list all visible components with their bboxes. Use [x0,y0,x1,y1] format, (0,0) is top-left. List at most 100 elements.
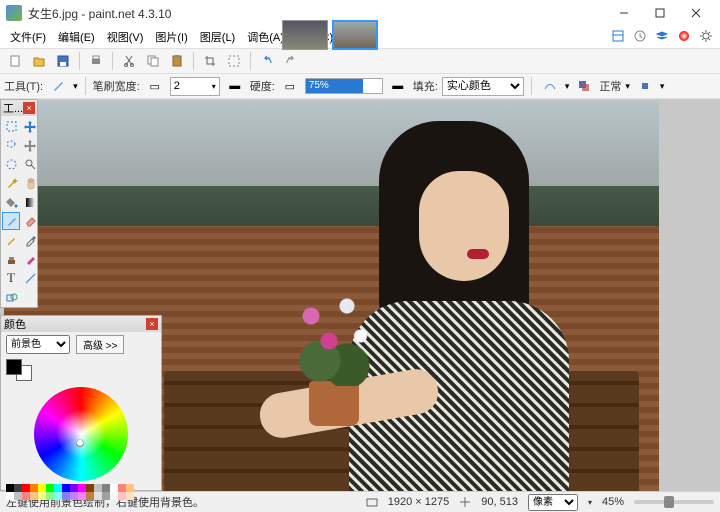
palette-swatch[interactable] [78,484,86,492]
palette-swatch[interactable] [94,492,102,500]
palette-swatch[interactable] [14,484,22,492]
print-button[interactable] [85,50,107,72]
brush-width-inc[interactable]: ▬ [224,75,246,97]
palette-swatch[interactable] [110,492,118,500]
menu-file[interactable]: 文件(F) [4,27,52,47]
palette-swatch[interactable] [46,484,54,492]
hardness-inc[interactable]: ▬ [387,75,409,97]
color-palette[interactable] [1,483,161,501]
maximize-button[interactable] [642,1,678,25]
palette-swatch[interactable] [86,492,94,500]
selection-mode-button[interactable] [634,75,656,97]
palette-swatch[interactable] [38,492,46,500]
palette-swatch[interactable] [6,484,14,492]
palette-swatch[interactable] [102,492,110,500]
palette-swatch[interactable] [14,492,22,500]
tools-panel-close[interactable]: × [23,102,35,114]
tool-rect-select[interactable] [2,117,20,135]
tool-eraser[interactable] [21,212,39,230]
doc-thumb-1[interactable] [282,20,328,50]
save-button[interactable] [52,50,74,72]
tool-bucket[interactable] [2,193,20,211]
color-target-select[interactable]: 前景色 [6,335,70,354]
tool-pan[interactable] [21,174,39,192]
hardness-dec[interactable]: ▭ [279,75,301,97]
crop-button[interactable] [199,50,221,72]
minimize-button[interactable] [606,1,642,25]
history-window-toggle[interactable] [630,26,650,46]
palette-swatch[interactable] [54,484,62,492]
tool-clone[interactable] [2,250,20,268]
colors-advanced-button[interactable]: 高级 >> [76,335,124,354]
palette-swatch[interactable] [70,484,78,492]
palette-swatch[interactable] [22,492,30,500]
cut-button[interactable] [118,50,140,72]
fill-select[interactable]: 实心颜色 [442,77,524,96]
unit-select[interactable]: 像素 [528,494,578,511]
palette-swatch[interactable] [30,484,38,492]
menu-edit[interactable]: 编辑(E) [52,27,101,47]
undo-button[interactable] [256,50,278,72]
tool-move-sel[interactable] [21,117,39,135]
hardness-input[interactable]: 75% [305,78,383,94]
palette-swatch[interactable] [126,484,134,492]
primary-color-swatch[interactable] [6,359,22,375]
document-thumbnails [282,20,378,50]
palette-swatch[interactable] [78,492,86,500]
hardness-label: 硬度: [250,78,275,94]
copy-button[interactable] [142,50,164,72]
open-button[interactable] [28,50,50,72]
tool-pencil[interactable] [2,231,20,249]
palette-swatch[interactable] [30,492,38,500]
palette-swatch[interactable] [86,484,94,492]
tool-recolor[interactable] [21,250,39,268]
tools-window-toggle[interactable] [608,26,628,46]
close-button[interactable] [678,1,714,25]
palette-swatch[interactable] [62,492,70,500]
deselect-button[interactable] [223,50,245,72]
palette-swatch[interactable] [22,484,30,492]
color-wheel[interactable] [34,387,128,481]
tool-paintbrush[interactable] [2,212,20,230]
palette-swatch[interactable] [62,484,70,492]
menu-image[interactable]: 图片(I) [149,27,193,47]
settings-button[interactable] [696,26,716,46]
tool-line[interactable] [21,269,39,287]
palette-swatch[interactable] [118,484,126,492]
palette-swatch[interactable] [6,492,14,500]
colors-window-toggle[interactable] [674,26,694,46]
doc-thumb-2[interactable] [332,20,378,50]
menu-layers[interactable]: 图层(L) [194,27,241,47]
tool-ellipse-select[interactable] [2,155,20,173]
palette-swatch[interactable] [126,492,134,500]
layers-window-toggle[interactable] [652,26,672,46]
redo-button[interactable] [280,50,302,72]
tool-magic-wand[interactable] [2,174,20,192]
brush-width-dec[interactable]: ▭ [144,75,166,97]
tool-shapes[interactable] [2,288,20,306]
tool-colorpicker[interactable] [21,231,39,249]
palette-swatch[interactable] [102,484,110,492]
palette-swatch[interactable] [118,492,126,500]
blend-mode-icon[interactable] [573,75,595,97]
new-button[interactable] [4,50,26,72]
tool-move-pixels[interactable] [21,136,39,154]
fill-label: 填充: [413,78,438,94]
palette-swatch[interactable] [94,484,102,492]
active-tool-icon[interactable] [47,75,69,97]
palette-swatch[interactable] [70,492,78,500]
palette-swatch[interactable] [54,492,62,500]
tool-text[interactable]: T [2,269,20,287]
antialias-toggle[interactable] [539,75,561,97]
paste-button[interactable] [166,50,188,72]
menu-view[interactable]: 视图(V) [101,27,150,47]
tool-zoom[interactable] [21,155,39,173]
palette-swatch[interactable] [38,484,46,492]
palette-swatch[interactable] [46,492,54,500]
tool-gradient[interactable] [21,193,39,211]
palette-swatch[interactable] [110,484,118,492]
zoom-slider[interactable] [634,500,714,504]
brush-width-input[interactable]: 2▾ [170,77,220,96]
colors-panel-close[interactable]: × [146,318,158,330]
tool-lasso[interactable] [2,136,20,154]
